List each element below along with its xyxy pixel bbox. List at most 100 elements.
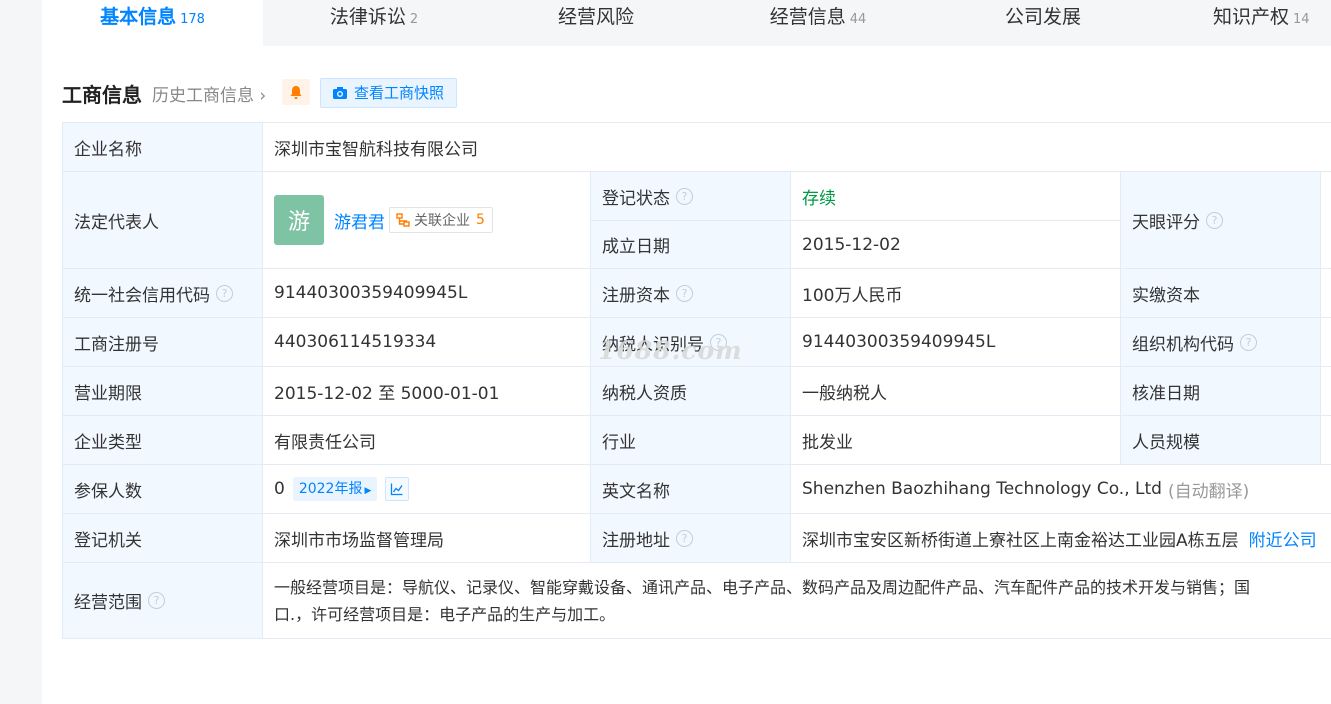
snapshot-label: 查看工商快照 (354, 84, 445, 102)
trend-chart-button[interactable] (385, 477, 410, 501)
tab-bar: 基本信息 178 法律诉讼 2 经营风险 经营信息 44 公司发展 知识产权 14 (42, 0, 1331, 46)
tab-label: 公司发展 (1004, 6, 1081, 28)
tab-count: 44 (849, 12, 867, 27)
label-status-text: 登记状态 (602, 188, 670, 209)
reg-no: 440306114519334 (263, 318, 591, 367)
label-credit-code-text: 统一社会信用代码 (74, 285, 210, 306)
org-code (1321, 318, 1331, 367)
label-score: 天眼评分? (1121, 172, 1321, 269)
tab-label: 知识产权 (1213, 6, 1290, 28)
label-reg-capital: 注册资本? (591, 269, 791, 318)
label-scope: 经营范围? (63, 563, 263, 639)
help-icon[interactable]: ? (148, 592, 165, 609)
history-info-label: 历史工商信息 (152, 86, 254, 106)
status-value: 存续 (791, 172, 1121, 221)
chevron-right-icon: › (259, 86, 267, 106)
tab-count: 2 (409, 12, 419, 27)
tab-label: 经营信息 (769, 6, 846, 28)
taxpayer-id: 91440300359409945L (791, 318, 1121, 367)
en-name-note: (自动翻译) (1167, 481, 1250, 502)
insured-count: 0 (274, 479, 285, 499)
label-reg-no: 工商注册号 (63, 318, 263, 367)
section-title: 工商信息 (62, 83, 142, 107)
tab-risk[interactable]: 经营风险 (485, 0, 707, 46)
insured-cell: 0 2022年报 ▶ (263, 465, 591, 514)
nearby-companies-link[interactable]: 附近公司 (1249, 526, 1317, 551)
label-authority: 登记机关 (63, 514, 263, 563)
tab-development[interactable]: 公司发展 (929, 0, 1157, 46)
label-credit-code: 统一社会信用代码? (63, 269, 263, 318)
company-type: 有限责任公司 (263, 416, 591, 465)
legal-rep-cell: 游 游君君 关联企业 5 (263, 172, 591, 269)
credit-code: 91440300359409945L (263, 269, 591, 318)
snapshot-button[interactable]: 查看工商快照 (320, 78, 457, 108)
label-type: 企业类型 (63, 416, 263, 465)
tab-label: 经营风险 (557, 6, 634, 28)
annual-report-tag[interactable]: 2022年报 ▶ (292, 477, 378, 501)
approve-date (1321, 367, 1331, 416)
help-icon[interactable]: ? (676, 284, 693, 302)
label-org-code: 组织机构代码? (1121, 318, 1321, 367)
line-chart-icon (391, 483, 403, 496)
tab-legal[interactable]: 法律诉讼 2 (263, 0, 485, 46)
label-industry: 行业 (591, 416, 791, 465)
label-reg-capital-text: 注册资本 (602, 285, 670, 306)
tab-label: 基本信息 (100, 6, 177, 28)
tab-operation[interactable]: 经营信息 44 (707, 0, 929, 46)
scope-line-2: 口.，许可经营项目是：电子产品的生产与加工。 (274, 604, 616, 624)
label-legal-rep: 法定代表人 (63, 172, 263, 269)
founded-date: 2015-12-02 (791, 221, 1121, 269)
en-name-cell: Shenzhen Baozhihang Technology Co., Ltd … (791, 465, 1331, 514)
tab-basic-info[interactable]: 基本信息 178 (42, 0, 263, 46)
score-value (1321, 172, 1331, 269)
watermark: 1688.com (598, 336, 743, 365)
help-icon[interactable]: ? (1240, 333, 1257, 351)
camera-icon (333, 87, 347, 99)
reg-capital: 100万人民币 (791, 269, 1121, 318)
help-icon[interactable]: ? (676, 187, 693, 205)
left-gutter (0, 0, 43, 704)
label-score-text: 天眼评分 (1132, 212, 1200, 233)
label-paid-capital: 实缴资本 (1121, 269, 1321, 318)
address-cell: 深圳市宝安区新桥街道上寮社区上南金裕达工业园A栋五层 附近公司 (791, 514, 1331, 563)
label-approve-date: 核准日期 (1121, 367, 1321, 416)
network-icon (396, 213, 410, 227)
follow-button[interactable] (282, 79, 310, 105)
avatar[interactable]: 游 (274, 195, 324, 245)
help-icon[interactable]: ? (1206, 211, 1223, 229)
business-info-table: 企业名称 深圳市宝智航科技有限公司 法定代表人 游 游君君 关联企业 5 登记状态… (62, 122, 1331, 639)
help-icon[interactable]: ? (216, 284, 233, 302)
annual-report-label: 2022年报 (298, 481, 363, 497)
authority: 深圳市市场监督管理局 (263, 514, 591, 563)
company-name: 深圳市宝智航科技有限公司 (263, 123, 1331, 172)
tab-ip[interactable]: 知识产权 14 (1157, 0, 1331, 46)
related-companies-tag[interactable]: 关联企业 5 (389, 207, 493, 233)
related-count: 5 (476, 212, 485, 228)
tab-count: 178 (180, 12, 205, 27)
label-status: 登记状态? (591, 172, 791, 221)
related-label: 关联企业 (414, 213, 470, 229)
help-icon[interactable]: ? (676, 529, 693, 547)
label-address: 注册地址? (591, 514, 791, 563)
legal-rep-name[interactable]: 游君君 (334, 208, 385, 233)
label-founded: 成立日期 (591, 221, 791, 269)
tab-count: 14 (1293, 12, 1310, 27)
label-tax-qual: 纳税人资质 (591, 367, 791, 416)
address: 深圳市宝安区新桥街道上寮社区上南金裕达工业园A栋五层 (802, 530, 1239, 551)
label-org-code-text: 组织机构代码 (1132, 334, 1234, 355)
en-name: Shenzhen Baozhihang Technology Co., Ltd (802, 479, 1162, 499)
tab-label: 法律诉讼 (329, 6, 406, 28)
label-company-name: 企业名称 (63, 123, 263, 172)
business-scope: 一般经营项目是：导航仪、记录仪、智能穿戴设备、通讯产品、电子产品、数码产品及周边… (263, 563, 1331, 639)
label-scope-text: 经营范围 (74, 593, 142, 613)
caret-right-icon: ▶ (364, 486, 372, 496)
staff-size (1321, 416, 1331, 465)
history-info-link[interactable]: 历史工商信息 › (152, 81, 266, 106)
label-staff-size: 人员规模 (1121, 416, 1321, 465)
label-en-name: 英文名称 (591, 465, 791, 514)
tax-qual: 一般纳税人 (791, 367, 1121, 416)
label-term: 营业期限 (63, 367, 263, 416)
industry: 批发业 (791, 416, 1121, 465)
label-address-text: 注册地址 (602, 530, 670, 551)
paid-capital (1321, 269, 1331, 318)
